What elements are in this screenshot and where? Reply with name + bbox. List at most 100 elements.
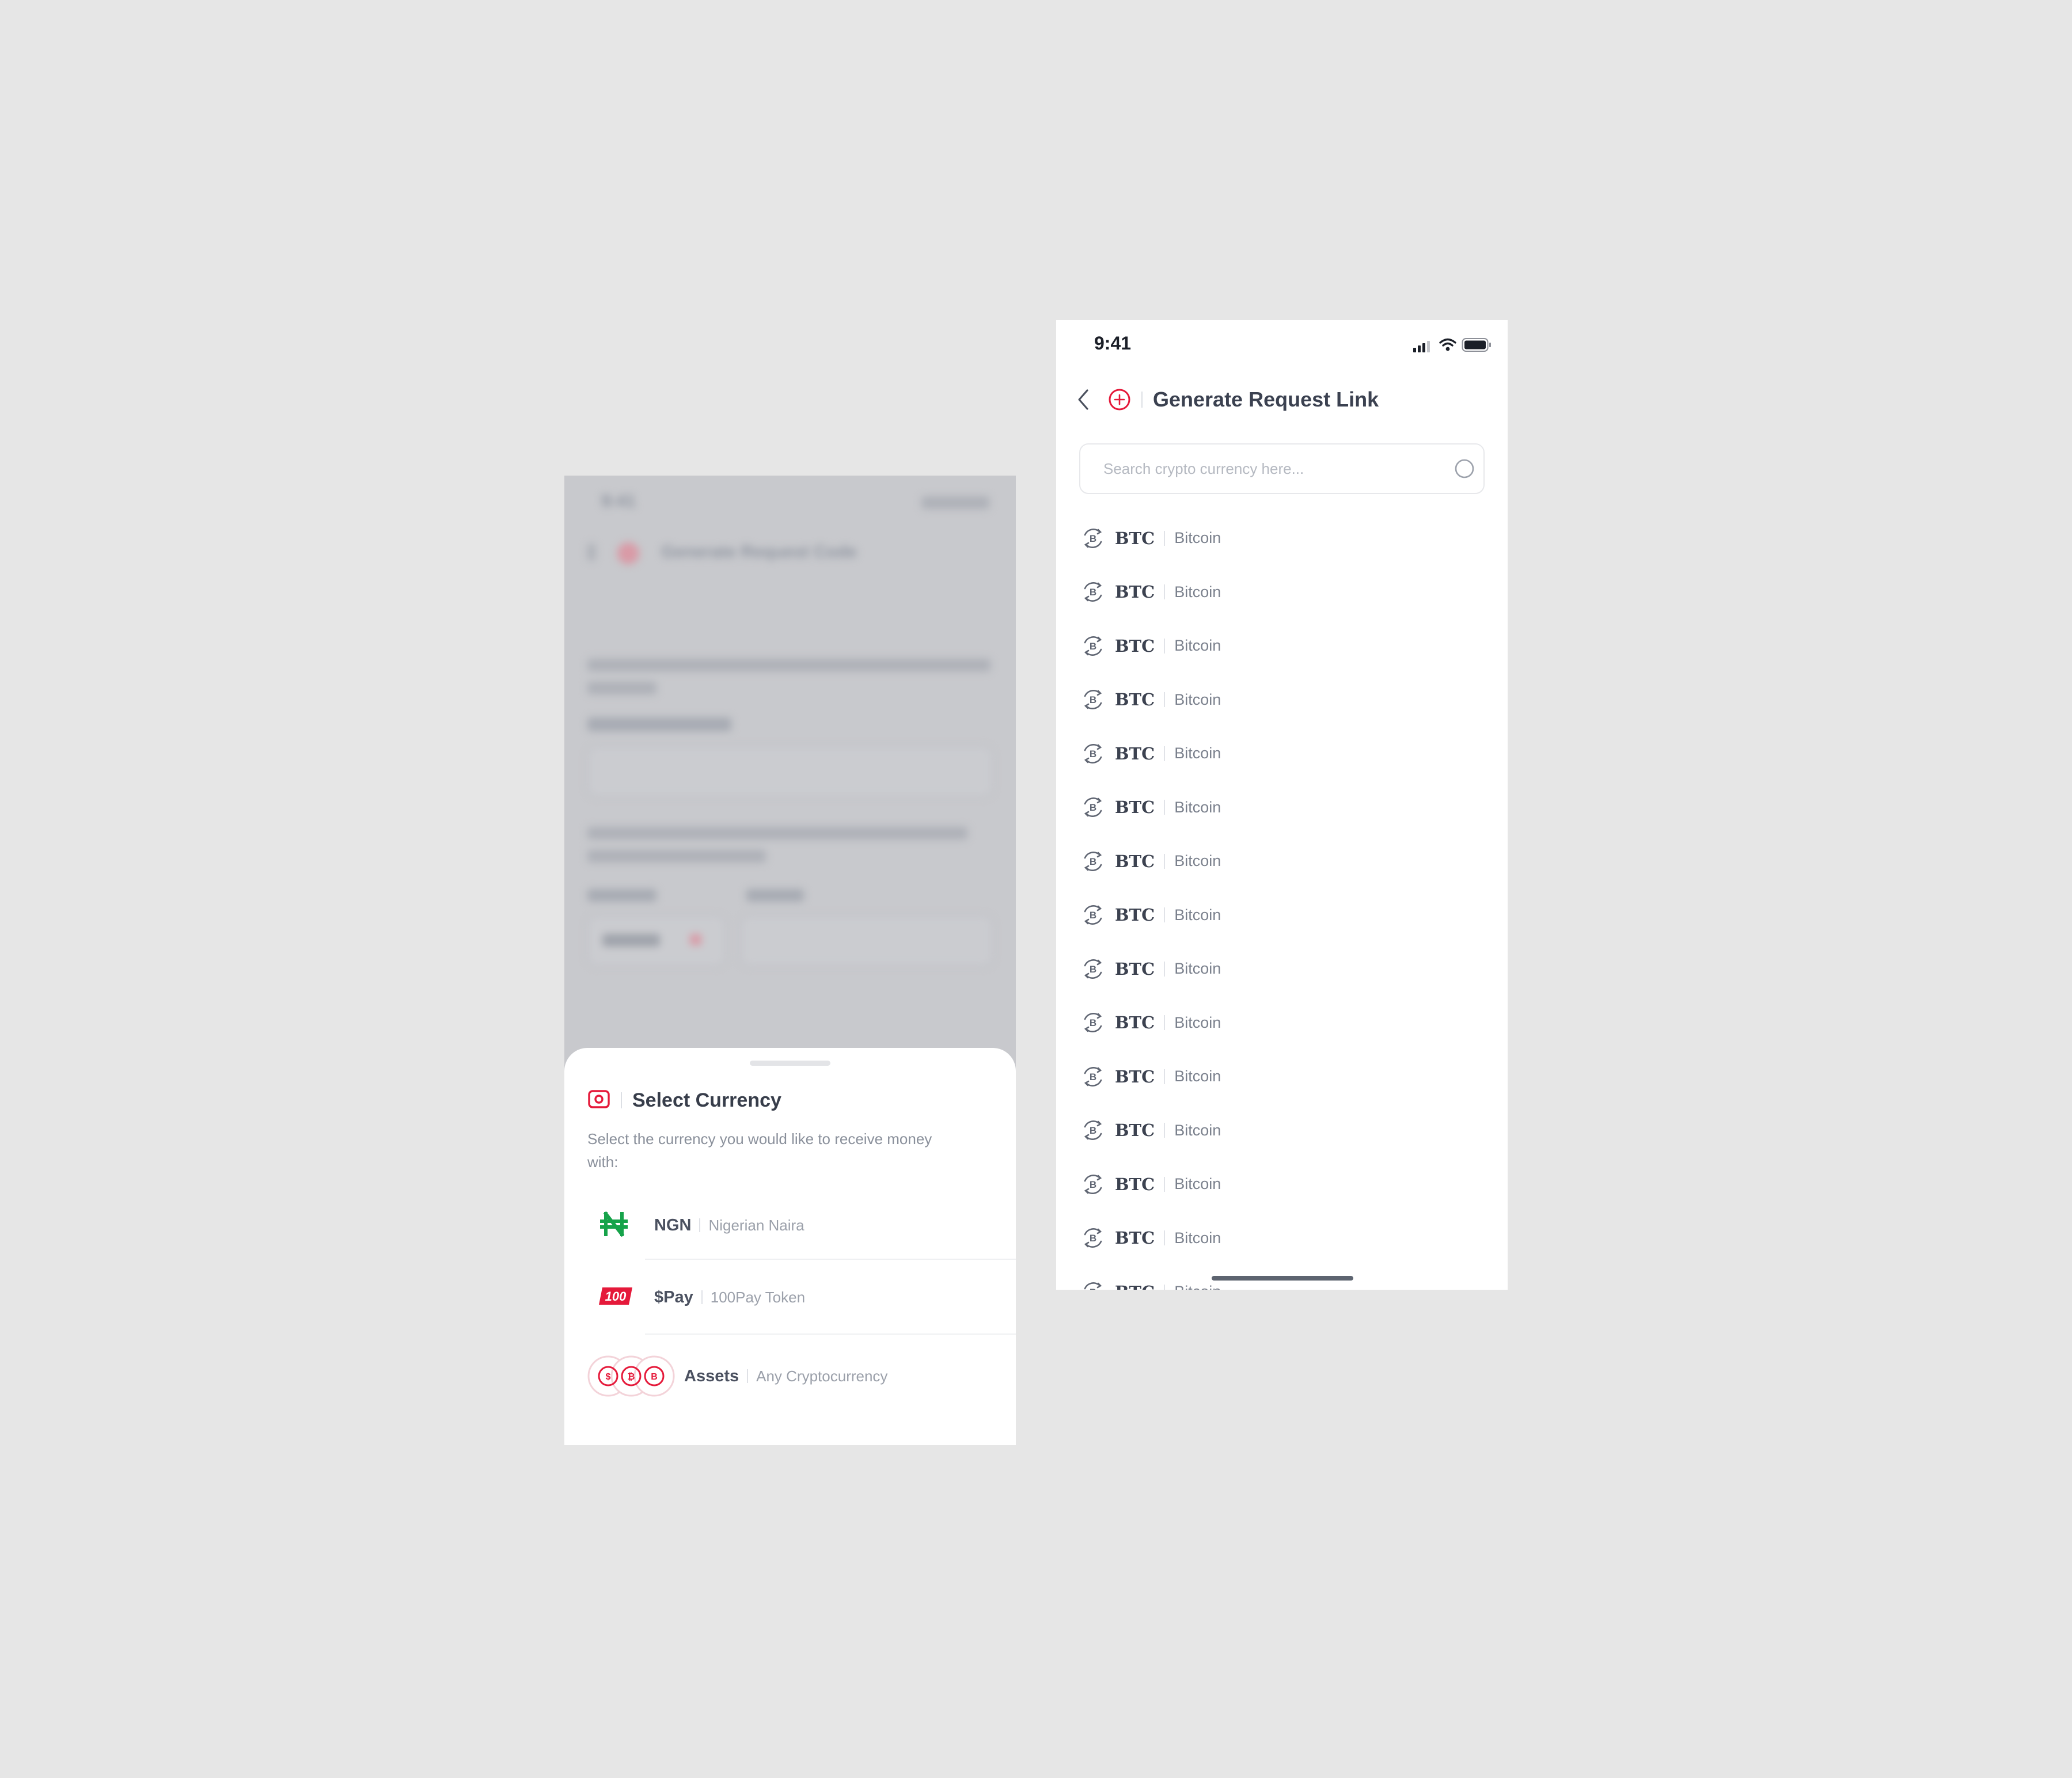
svg-text:B: B (1090, 964, 1096, 975)
currency-code: BTC (1115, 797, 1155, 818)
separator (701, 1290, 703, 1304)
list-divider (645, 1334, 1016, 1335)
bitcoin-icon: B (1081, 1119, 1105, 1142)
currency-list-item[interactable]: B BTC Bitcoin (1081, 1050, 1485, 1104)
svg-text:B: B (1090, 587, 1096, 598)
blurred-back-icon (587, 544, 595, 561)
currency-name: Bitcoin (1174, 1229, 1221, 1247)
search-icon[interactable] (1454, 458, 1475, 480)
bitcoin-icon: B (1081, 1065, 1105, 1088)
bitcoin-icon: B (1081, 850, 1105, 873)
currency-name: Any Cryptocurrency (756, 1367, 888, 1385)
separator (1164, 800, 1166, 815)
app-logo-icon (1108, 388, 1131, 411)
separator (747, 1369, 749, 1383)
svg-text:B: B (1090, 1125, 1096, 1136)
currency-name: Bitcoin (1174, 906, 1221, 924)
currency-option-assets[interactable]: $ ₿ B Assets Any Cryptocurrency (564, 1336, 1016, 1416)
screen-header: Generate Request Link (1077, 382, 1379, 417)
blurred-status-icons (921, 496, 989, 509)
blurred-field-label (746, 889, 804, 902)
currency-list-item[interactable]: B BTC Bitcoin (1081, 619, 1485, 673)
currency-list-item[interactable]: B BTC Bitcoin (1081, 1157, 1485, 1211)
currency-list-item[interactable]: B BTC Bitcoin (1081, 511, 1485, 565)
svg-text:B: B (1090, 694, 1096, 705)
list-divider (645, 1259, 1016, 1260)
svg-text:$: $ (606, 1372, 611, 1382)
naira-icon (600, 1210, 643, 1241)
separator (1164, 853, 1166, 869)
separator (1164, 907, 1166, 923)
currency-code: BTC (1115, 851, 1155, 871)
crypto-stack-icon: $ ₿ B (586, 1353, 678, 1399)
currency-name: Bitcoin (1174, 583, 1221, 601)
currency-code: BTC (1115, 959, 1155, 979)
blurred-title: Generate Request Code (661, 542, 857, 561)
blurred-logo-icon (617, 542, 639, 564)
blurred-field-label (587, 717, 731, 731)
separator (1164, 638, 1166, 654)
svg-text:100: 100 (605, 1289, 627, 1304)
header-separator (621, 1092, 622, 1108)
currency-list-item[interactable]: B BTC Bitcoin (1081, 727, 1485, 781)
blurred-select-value (602, 934, 660, 947)
svg-text:B: B (1090, 533, 1096, 544)
bitcoin-icon: B (1081, 796, 1105, 819)
currency-name: 100Pay Token (710, 1288, 806, 1306)
currency-list-item[interactable]: B BTC Bitcoin (1081, 942, 1485, 996)
currency-code: BTC (1115, 1174, 1155, 1194)
separator (1164, 1015, 1166, 1031)
bitcoin-icon: B (1081, 1011, 1105, 1034)
currency-code: BTC (1115, 1228, 1155, 1248)
sheet-drag-handle[interactable] (750, 1061, 830, 1066)
svg-text:₿: ₿ (627, 1372, 635, 1382)
svg-text:B: B (1090, 1233, 1096, 1244)
status-time: 9:41 (1094, 333, 1132, 354)
currency-list-item[interactable]: B BTC Bitcoin (1081, 781, 1485, 835)
separator (1164, 1123, 1166, 1138)
currency-list-item[interactable]: B BTC Bitcoin (1081, 996, 1485, 1050)
currency-option-pay[interactable]: 100 $Pay 100Pay Token (564, 1261, 1016, 1334)
currency-list-item[interactable]: B BTC Bitcoin (1081, 1104, 1485, 1158)
currency-name: Bitcoin (1174, 1121, 1221, 1139)
separator (1164, 1069, 1166, 1084)
currency-list-item[interactable]: B BTC Bitcoin (1081, 673, 1485, 727)
currency-code: Assets (684, 1366, 739, 1385)
separator (1164, 1176, 1166, 1192)
currency-code: $Pay (654, 1287, 693, 1306)
currency-option-ngn[interactable]: NGN Nigerian Naira (564, 1192, 1016, 1259)
currency-code: BTC (1115, 905, 1155, 925)
currency-list-item[interactable]: B BTC Bitcoin (1081, 565, 1485, 620)
back-icon[interactable] (1077, 388, 1091, 411)
currency-name: Bitcoin (1174, 529, 1221, 547)
currency-code: BTC (1115, 636, 1155, 656)
svg-text:B: B (1090, 856, 1096, 867)
select-currency-screen: 9:41 Generate Request Code Select Curren… (564, 476, 1016, 1445)
svg-text:B: B (1090, 641, 1096, 652)
cash-icon (587, 1089, 610, 1112)
currency-name: Bitcoin (1174, 798, 1221, 816)
bitcoin-icon: B (1081, 1226, 1105, 1249)
separator (1164, 746, 1166, 761)
currency-name: Bitcoin (1174, 1067, 1221, 1085)
blurred-status-time: 9:41 (601, 492, 636, 511)
currency-list-item[interactable]: B BTC Bitcoin (1081, 834, 1485, 888)
currency-name: Bitcoin (1174, 960, 1221, 978)
currency-code: BTC (1115, 1282, 1155, 1290)
svg-text:B: B (1090, 802, 1096, 813)
100pay-logo: 100 (598, 1286, 643, 1309)
svg-text:B: B (1090, 1179, 1096, 1190)
svg-text:B: B (651, 1372, 658, 1382)
currency-list-item[interactable]: B BTC Bitcoin (1081, 888, 1485, 943)
bitcoin-icon: B (1081, 688, 1105, 711)
search-input[interactable] (1102, 459, 1427, 478)
generate-request-link-screen: 9:41 Generate Request Link B BTC Bitcoin B B… (1056, 320, 1508, 1290)
blurred-chevron-icon (690, 934, 701, 945)
battery-icon (1462, 337, 1492, 355)
sheet-title: Select Currency (632, 1089, 781, 1111)
separator (1164, 584, 1166, 600)
currency-code: BTC (1115, 690, 1155, 710)
currency-code: BTC (1115, 743, 1155, 763)
currency-list-item[interactable]: B BTC Bitcoin (1081, 1211, 1485, 1266)
blurred-text-line (587, 659, 991, 671)
